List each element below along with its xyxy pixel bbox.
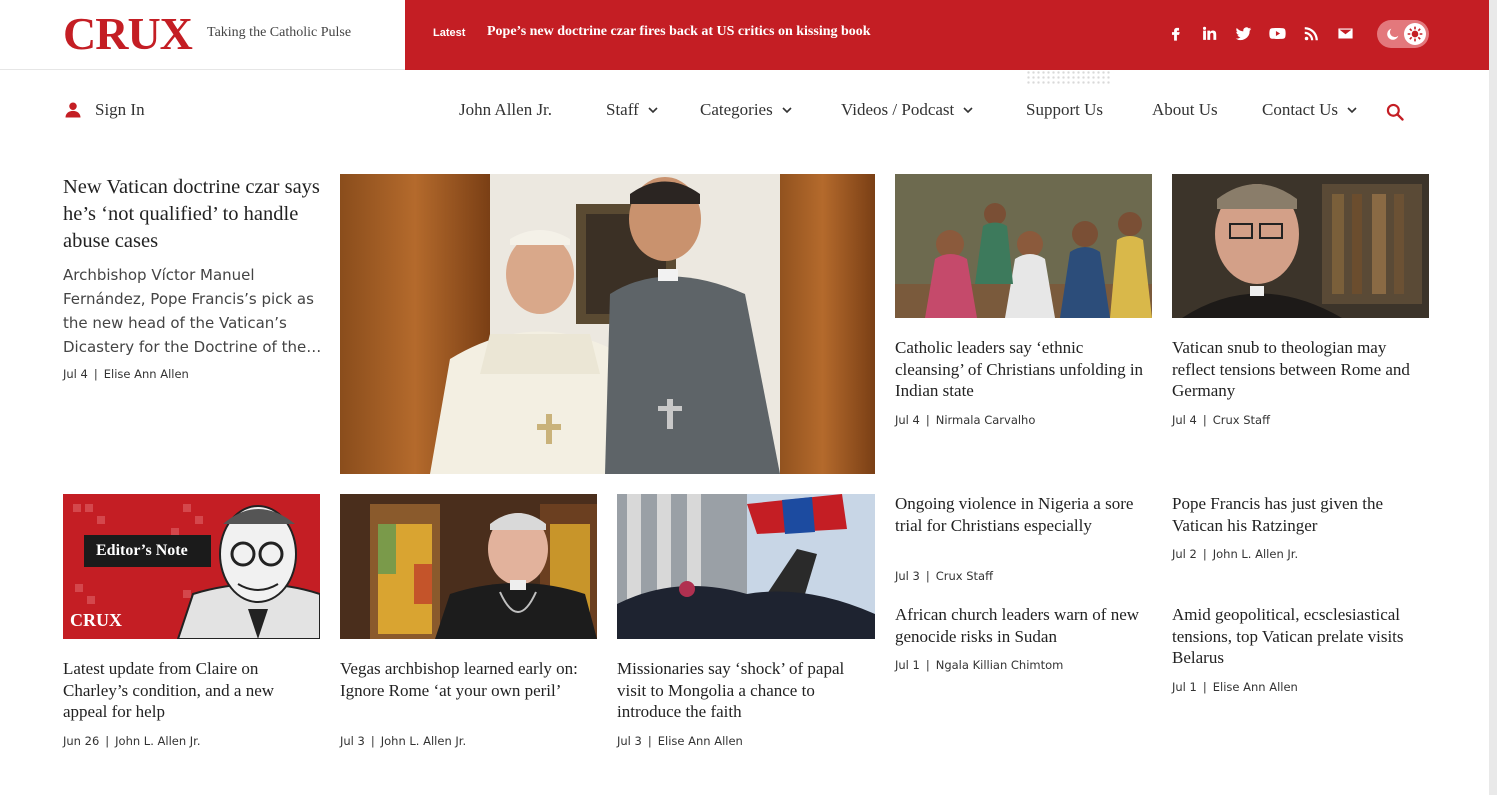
story-date: Jul 1 <box>895 658 920 672</box>
story-image-theologian[interactable] <box>1172 174 1429 318</box>
lead-story-image[interactable] <box>340 174 875 474</box>
story-meta: Jun 26 | John L. Allen Jr. <box>63 734 201 748</box>
sign-in-label: Sign In <box>95 100 145 119</box>
story-author[interactable]: Elise Ann Allen <box>658 734 743 748</box>
facebook-icon[interactable] <box>1165 22 1185 44</box>
nav-label: Staff <box>606 100 639 119</box>
story-date: Jul 3 <box>340 734 365 748</box>
brand-area: CRUX Taking the Catholic Pulse <box>0 0 405 70</box>
top-bar: CRUX Taking the Catholic Pulse Latest Po… <box>0 0 1497 70</box>
story-title[interactable]: Vegas archbishop learned early on: Ignor… <box>340 658 597 701</box>
story-author[interactable]: John L. Allen Jr. <box>381 734 466 748</box>
theme-toggle[interactable] <box>1377 20 1429 48</box>
story-title[interactable]: Latest update from Claire on Charley’s c… <box>63 658 320 723</box>
latest-headline-link[interactable]: Pope’s new doctrine czar fires back at U… <box>487 24 871 40</box>
nav-staff[interactable]: Staff <box>606 100 659 120</box>
moon-icon <box>1387 28 1399 40</box>
story-image-editors-note[interactable]: Editor’s Note CRUX <box>63 494 320 639</box>
story-meta: Jul 4 | Nirmala Carvalho <box>895 413 1036 427</box>
lead-story-title[interactable]: New Vatican doctrine czar says he’s ‘not… <box>63 174 328 255</box>
decorative-dots <box>1026 70 1111 85</box>
story-date: Jul 3 <box>617 734 642 748</box>
nav-label: Support Us <box>1026 100 1103 119</box>
story-title[interactable]: African church leaders warn of new genoc… <box>895 604 1152 647</box>
story-title[interactable]: Missionaries say ‘shock’ of papal visit … <box>617 658 875 723</box>
mail-icon[interactable] <box>1335 22 1355 44</box>
story-meta: Jul 1 | Ngala Killian Chimtom <box>895 658 1064 672</box>
story-date: Jul 4 <box>895 413 920 427</box>
sun-icon <box>1404 23 1426 45</box>
story-date: Jun 26 <box>63 734 100 748</box>
latest-bar: Latest Pope’s new doctrine czar fires ba… <box>405 0 1497 70</box>
story-meta: Jul 3 | Elise Ann Allen <box>617 734 743 748</box>
story-title[interactable]: Vatican snub to theologian may reflect t… <box>1172 337 1429 402</box>
nav-label: Videos / Podcast <box>841 100 955 119</box>
nav-label: Categories <box>700 100 773 119</box>
story-author[interactable]: Elise Ann Allen <box>1213 680 1298 694</box>
lead-story-meta: Jul 4 | Elise Ann Allen <box>63 367 189 381</box>
story-image-vegas-archbishop[interactable] <box>340 494 597 639</box>
story-title[interactable]: Catholic leaders say ‘ethnic cleansing’ … <box>895 337 1152 402</box>
chevron-down-icon <box>963 107 973 114</box>
twitter-icon[interactable] <box>1233 22 1253 44</box>
rss-icon[interactable] <box>1301 22 1321 44</box>
nav-contact-us[interactable]: Contact Us <box>1262 100 1358 120</box>
story-author[interactable]: Elise Ann Allen <box>104 367 189 381</box>
story-meta: Jul 2 | John L. Allen Jr. <box>1172 547 1299 561</box>
story-meta: Jul 1 | Elise Ann Allen <box>1172 680 1298 694</box>
nav-about-us[interactable]: About Us <box>1152 100 1218 120</box>
tagline: Taking the Catholic Pulse <box>207 25 352 40</box>
linkedin-icon[interactable] <box>1199 22 1219 44</box>
story-author[interactable]: Crux Staff <box>1213 413 1270 427</box>
nav-categories[interactable]: Categories <box>700 100 793 120</box>
story-author[interactable]: Crux Staff <box>936 569 993 583</box>
story-author[interactable]: Ngala Killian Chimtom <box>936 658 1064 672</box>
story-date: Jul 2 <box>1172 547 1197 561</box>
nav-john-allen[interactable]: John Allen Jr. <box>459 100 552 120</box>
chevron-down-icon <box>782 107 792 114</box>
story-meta: Jul 3 | Crux Staff <box>895 569 994 583</box>
story-meta: Jul 4 | Crux Staff <box>1172 413 1271 427</box>
story-author[interactable]: John L. Allen Jr. <box>115 734 200 748</box>
crux-watermark: CRUX <box>70 610 122 630</box>
story-date: Jul 1 <box>1172 680 1197 694</box>
latest-label: Latest <box>433 27 466 39</box>
story-date: Jul 4 <box>1172 413 1197 427</box>
story-date: Jul 3 <box>895 569 920 583</box>
chevron-down-icon <box>1347 107 1357 114</box>
nav-label: John Allen Jr. <box>459 100 553 119</box>
chevron-down-icon <box>648 107 658 114</box>
social-links <box>1165 22 1355 44</box>
editors-note-label: Editor’s Note <box>84 535 211 567</box>
story-title[interactable]: Pope Francis has just given the Vatican … <box>1172 493 1429 536</box>
nav-videos-podcast[interactable]: Videos / Podcast <box>841 100 974 120</box>
search-icon[interactable] <box>1385 102 1405 122</box>
story-author[interactable]: John L. Allen Jr. <box>1213 547 1298 561</box>
story-image-india[interactable] <box>895 174 1152 318</box>
sign-in-link[interactable]: Sign In <box>63 100 145 120</box>
story-date: Jul 4 <box>63 367 88 381</box>
youtube-icon[interactable] <box>1267 22 1287 44</box>
story-meta: Jul 3 | John L. Allen Jr. <box>340 734 467 748</box>
story-image-mongolia[interactable] <box>617 494 875 639</box>
user-icon <box>65 102 81 118</box>
story-title[interactable]: Ongoing violence in Nigeria a sore trial… <box>895 493 1152 536</box>
nav-label: About Us <box>1152 100 1218 119</box>
nav-label: Contact Us <box>1262 100 1339 119</box>
scrollbar-track[interactable] <box>1489 0 1497 795</box>
lead-story-excerpt: Archbishop Víctor Manuel Fernández, Pope… <box>63 266 322 356</box>
nav-support-us[interactable]: Support Us <box>1026 100 1103 120</box>
story-author[interactable]: Nirmala Carvalho <box>936 413 1036 427</box>
crux-logo[interactable]: CRUX <box>63 9 193 59</box>
story-title[interactable]: Amid geopolitical, ecsclesiastical tensi… <box>1172 604 1429 669</box>
